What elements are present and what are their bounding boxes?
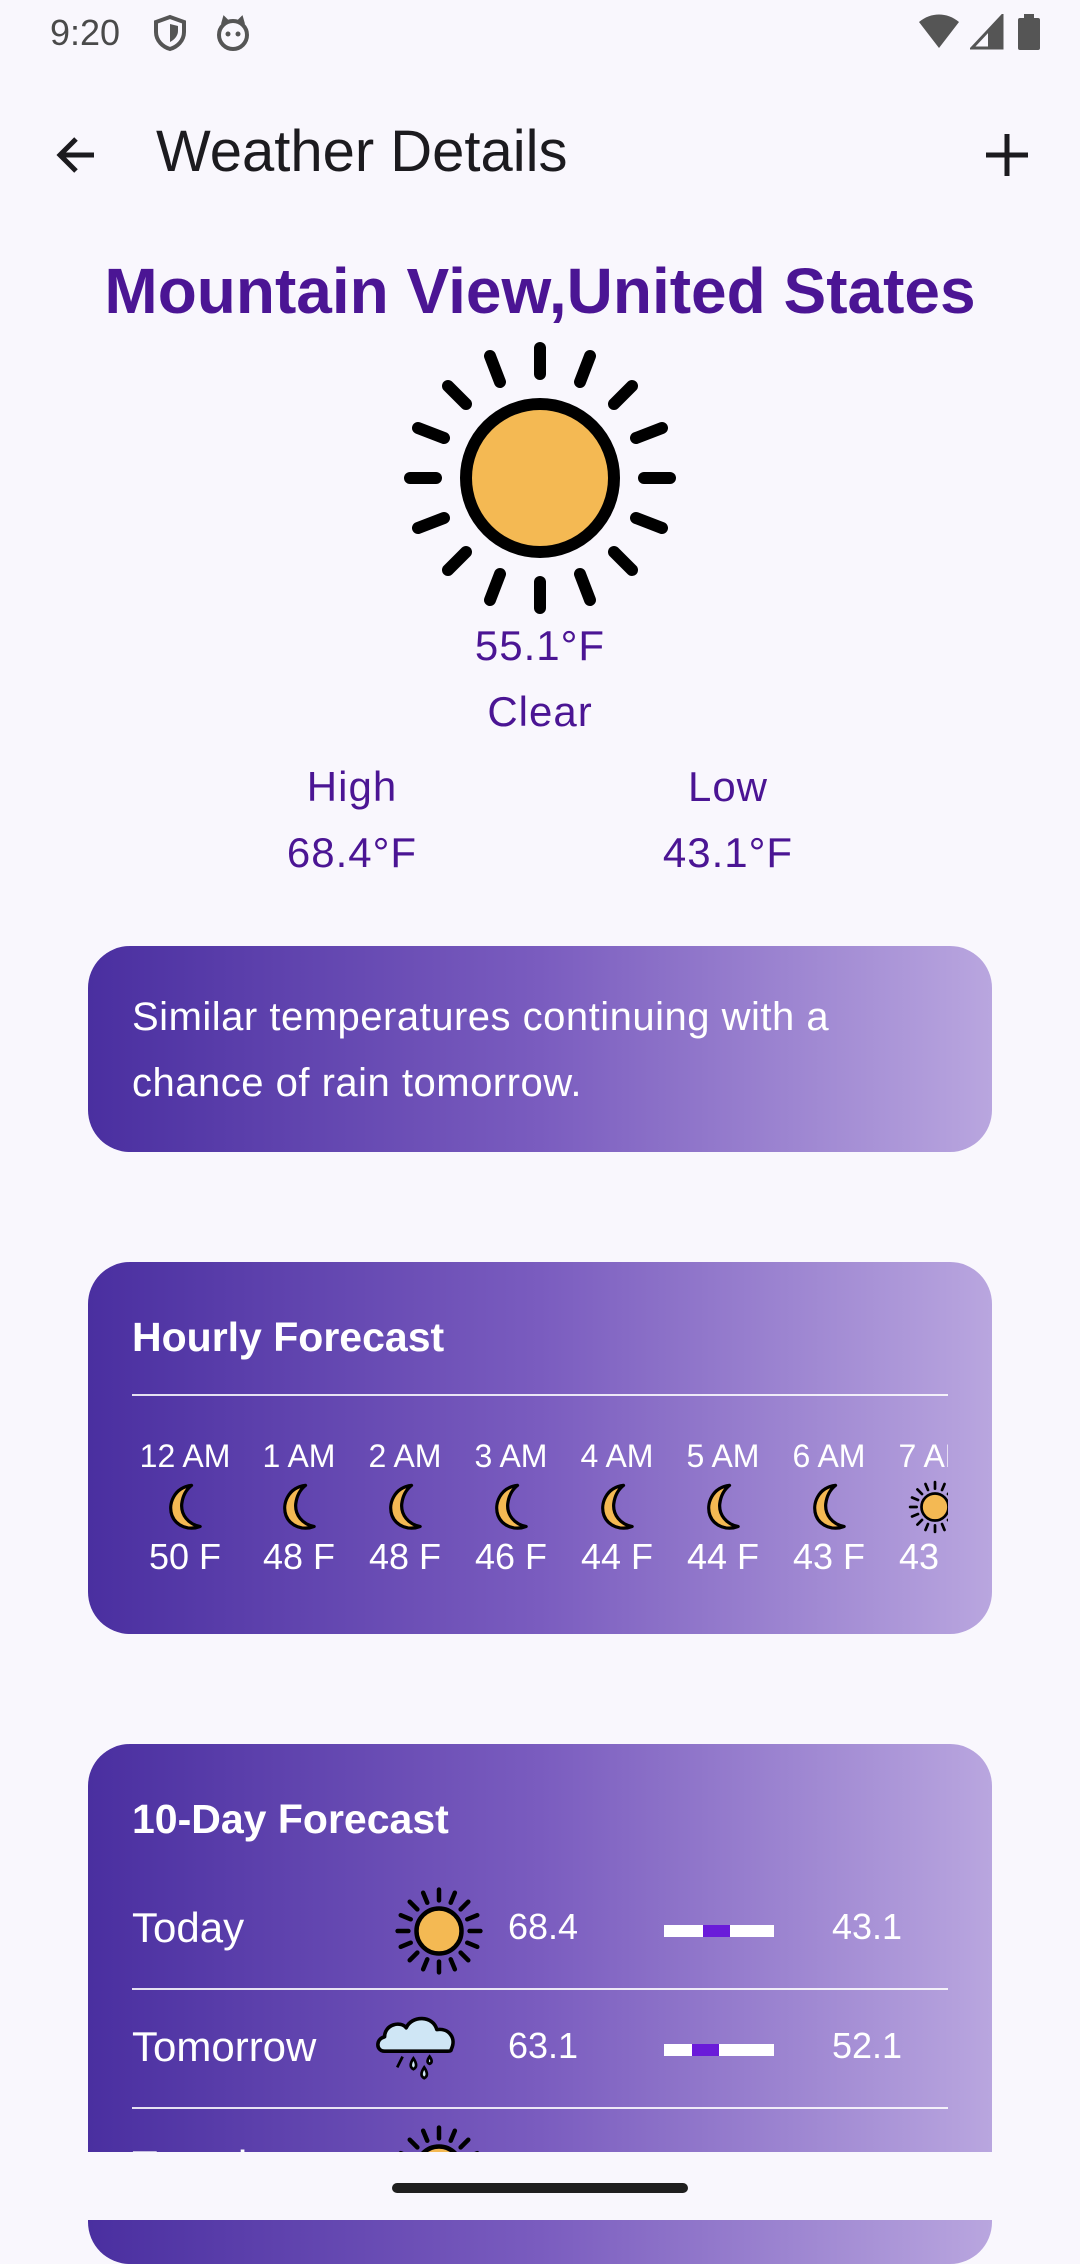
hour-time: 4 AM xyxy=(564,1436,670,1476)
hourly-forecast-card: Hourly Forecast 12 AM 50 F 1 AM 48 F 2 AM 48 … xyxy=(88,1262,992,1634)
hourly-title: Hourly Forecast xyxy=(132,1314,444,1361)
day-row[interactable]: Tomorrow 63.1 52.1 xyxy=(132,1989,948,2107)
sun-icon xyxy=(400,338,680,618)
plus-icon[interactable] xyxy=(974,122,1040,188)
temperature-range-bar xyxy=(664,1925,774,1937)
location-title: Mountain View,United States xyxy=(0,254,1080,328)
hour-temp: 50 F xyxy=(132,1534,238,1580)
signal-icon xyxy=(970,14,1004,50)
moon-icon xyxy=(484,1480,538,1534)
high-label: High xyxy=(232,754,472,820)
hourly-item: 6 AM 43 F xyxy=(776,1436,882,1580)
hourly-item: 1 AM 48 F xyxy=(246,1436,352,1580)
hourly-item: 2 AM 48 F xyxy=(352,1436,458,1580)
sun-icon xyxy=(908,1480,948,1534)
hour-temp: 43 F xyxy=(882,1534,948,1580)
low-label: Low xyxy=(608,754,848,820)
hourly-item: 5 AM 44 F xyxy=(670,1436,776,1580)
hour-time: 2 AM xyxy=(352,1436,458,1476)
status-bar: 9:20 xyxy=(0,0,1080,66)
hour-temp: 43 F xyxy=(776,1534,882,1580)
sun-icon xyxy=(394,1886,484,1976)
status-icons-left xyxy=(152,14,252,57)
day-name: Today xyxy=(132,1904,244,1952)
divider xyxy=(132,1394,948,1396)
moon-icon xyxy=(590,1480,644,1534)
temperature-range-bar xyxy=(664,2044,774,2056)
hourly-item: 12 AM 50 F xyxy=(132,1436,238,1580)
battery-icon xyxy=(1018,14,1040,50)
moon-icon xyxy=(696,1480,750,1534)
hour-time: 1 AM xyxy=(246,1436,352,1476)
arrow-back-icon[interactable] xyxy=(44,122,110,188)
shield-icon xyxy=(152,14,188,52)
hour-time: 12 AM xyxy=(132,1436,238,1476)
app-bar: Weather Details xyxy=(0,100,1080,210)
summary-card: Similar temperatures continuing with a c… xyxy=(88,946,992,1152)
day-name: Tomorrow xyxy=(132,2023,316,2071)
moon-icon xyxy=(802,1480,856,1534)
status-icons-right xyxy=(919,14,1040,55)
hourly-item: 3 AM 46 F xyxy=(458,1436,564,1580)
hourly-strip[interactable]: 12 AM 50 F 1 AM 48 F 2 AM 48 F 3 AM 46 F 4 AM 44 … xyxy=(132,1436,948,1586)
day-low: 52.1 xyxy=(832,2025,902,2067)
hour-temp: 48 F xyxy=(246,1534,352,1580)
cat-face-icon xyxy=(214,14,252,52)
day-row[interactable]: Today 68.4 43.1 xyxy=(132,1870,948,1988)
temperature-range-fill xyxy=(692,2044,720,2056)
hour-temp: 44 F xyxy=(564,1534,670,1580)
status-time: 9:20 xyxy=(50,12,120,54)
hour-temp: 48 F xyxy=(352,1534,458,1580)
day-high: 63.1 xyxy=(508,2025,578,2067)
hour-time: 6 AM xyxy=(776,1436,882,1476)
day-high: 68.4 xyxy=(508,1906,578,1948)
low-temp-block: Low 43.1°F xyxy=(608,754,848,886)
hourly-item: 4 AM 44 F xyxy=(564,1436,670,1580)
home-indicator[interactable] xyxy=(392,2183,688,2193)
hour-time: 3 AM xyxy=(458,1436,564,1476)
high-temp-block: High 68.4°F xyxy=(232,754,472,886)
hour-time: 5 AM xyxy=(670,1436,776,1476)
current-condition: Clear xyxy=(0,688,1080,736)
low-value: 43.1°F xyxy=(608,820,848,886)
ten-day-title: 10-Day Forecast xyxy=(132,1796,449,1843)
hourly-item: 7 AM 43 F xyxy=(882,1436,948,1580)
hour-temp: 44 F xyxy=(670,1534,776,1580)
rain-cloud-icon xyxy=(372,1999,462,2089)
current-temperature: 55.1°F xyxy=(0,622,1080,670)
hour-time: 7 AM xyxy=(882,1436,948,1476)
high-value: 68.4°F xyxy=(232,820,472,886)
moon-icon xyxy=(378,1480,432,1534)
wifi-icon xyxy=(919,14,959,50)
moon-icon xyxy=(158,1480,212,1534)
moon-icon xyxy=(272,1480,326,1534)
temperature-range-fill xyxy=(703,1925,731,1937)
summary-text: Similar temperatures continuing with a c… xyxy=(132,984,972,1116)
hour-temp: 46 F xyxy=(458,1534,564,1580)
day-low: 43.1 xyxy=(832,1906,902,1948)
page-title: Weather Details xyxy=(156,118,568,185)
